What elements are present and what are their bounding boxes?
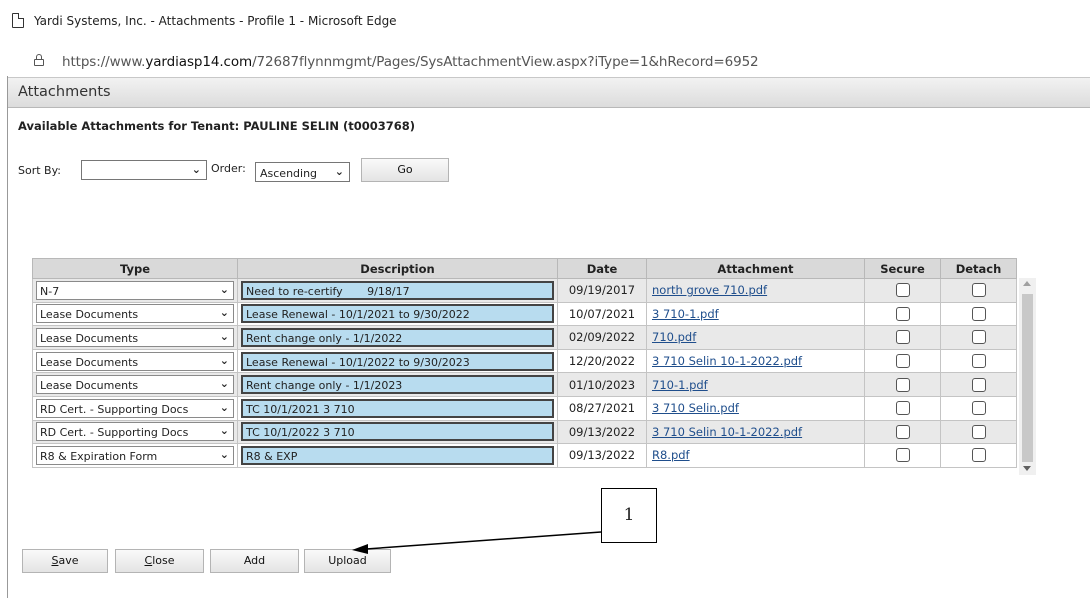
detach-checkbox[interactable] bbox=[971, 306, 986, 321]
detach-checkbox[interactable] bbox=[971, 377, 986, 392]
go-button[interactable]: Go bbox=[361, 158, 449, 182]
attachment-link[interactable]: R8.pdf bbox=[652, 448, 690, 462]
date-cell: 09/19/2017 bbox=[557, 278, 647, 303]
secure-checkbox[interactable] bbox=[895, 283, 910, 298]
window-title: Yardi Systems, Inc. - Attachments - Prof… bbox=[34, 14, 397, 28]
chevron-down-icon bbox=[220, 330, 229, 343]
type-select[interactable]: RD Cert. - Supporting Docs bbox=[36, 422, 234, 442]
date-cell: 10/07/2021 bbox=[557, 301, 647, 327]
attachments-table: Type Description Date Attachment Secure … bbox=[32, 258, 1017, 468]
detach-checkbox[interactable] bbox=[971, 330, 986, 345]
column-header-attachment: Attachment bbox=[646, 258, 865, 279]
column-header-type: Type bbox=[32, 258, 238, 279]
description-input[interactable]: Lease Renewal - 10/1/2021 to 9/30/2022 bbox=[241, 304, 554, 324]
lock-icon[interactable] bbox=[34, 54, 44, 66]
type-select[interactable]: Lease Documents bbox=[36, 327, 234, 347]
upload-button[interactable]: Upload bbox=[304, 549, 391, 573]
url-text[interactable]: https://www.yardiasp14.com/72687flynnmgm… bbox=[62, 54, 759, 70]
sort-by-label: Sort By: bbox=[18, 164, 62, 177]
date-cell: 09/13/2022 bbox=[557, 419, 647, 445]
scroll-down-arrow-icon[interactable] bbox=[1023, 466, 1031, 471]
secure-checkbox[interactable] bbox=[895, 354, 910, 369]
detach-checkbox[interactable] bbox=[971, 424, 986, 439]
callout-label: 1 bbox=[623, 505, 635, 525]
date-cell: 02/09/2022 bbox=[557, 325, 647, 350]
description-input[interactable]: Rent change only - 1/1/2022 bbox=[241, 327, 554, 347]
scroll-thumb[interactable] bbox=[1022, 294, 1033, 462]
chevron-down-icon bbox=[220, 401, 229, 414]
secure-checkbox[interactable] bbox=[895, 377, 910, 392]
chevron-down-icon bbox=[220, 424, 229, 437]
annotation-callout: 1 bbox=[601, 488, 657, 543]
attachment-link[interactable]: 3 710 Selin.pdf bbox=[652, 401, 739, 415]
secure-checkbox[interactable] bbox=[895, 448, 910, 463]
table-row: Lease Documents Lease Renewal - 10/1/202… bbox=[32, 301, 1017, 327]
column-header-description: Description bbox=[237, 258, 558, 279]
attachment-link[interactable]: 710.pdf bbox=[652, 330, 696, 344]
document-icon bbox=[12, 13, 24, 28]
description-input[interactable]: Rent change only - 1/1/2023 bbox=[241, 375, 554, 395]
page-title: Attachments bbox=[18, 84, 111, 100]
type-select[interactable]: R8 & Expiration Form bbox=[36, 445, 234, 465]
secure-checkbox[interactable] bbox=[895, 306, 910, 321]
chevron-down-icon bbox=[220, 354, 229, 367]
column-header-detach: Detach bbox=[940, 258, 1017, 279]
chevron-down-icon bbox=[335, 165, 344, 178]
attachment-link[interactable]: 3 710 Selin 10-1-2022.pdf bbox=[652, 354, 802, 368]
type-select[interactable]: RD Cert. - Supporting Docs bbox=[36, 398, 234, 418]
secure-checkbox[interactable] bbox=[895, 401, 910, 416]
date-cell: 01/10/2023 bbox=[557, 372, 647, 397]
description-input[interactable]: Lease Renewal - 10/1/2022 to 9/30/2023 bbox=[241, 351, 554, 371]
detach-checkbox[interactable] bbox=[971, 401, 986, 416]
description-input[interactable]: TC 10/1/2021 3 710 bbox=[241, 398, 554, 418]
detach-checkbox[interactable] bbox=[971, 354, 986, 369]
description-input[interactable]: TC 10/1/2022 3 710 bbox=[241, 422, 554, 442]
page-header: Attachments bbox=[8, 77, 1090, 108]
scroll-up-arrow-icon[interactable] bbox=[1023, 281, 1031, 286]
order-label: Order: bbox=[211, 162, 246, 175]
close-button[interactable]: Close bbox=[115, 549, 204, 573]
date-cell: 12/20/2022 bbox=[557, 348, 647, 374]
type-select[interactable]: N-7 bbox=[36, 280, 234, 300]
type-select[interactable]: Lease Documents bbox=[36, 351, 234, 371]
table-row: R8 & Expiration Form R8 & EXP 09/13/2022… bbox=[32, 443, 1017, 468]
type-select[interactable]: Lease Documents bbox=[36, 304, 234, 324]
table-row: Lease Documents Lease Renewal - 10/1/202… bbox=[32, 348, 1017, 374]
chevron-down-icon bbox=[220, 448, 229, 461]
browser-titlebar: Yardi Systems, Inc. - Attachments - Prof… bbox=[0, 0, 1090, 46]
attachment-link[interactable]: 710-1.pdf bbox=[652, 378, 708, 392]
column-header-date: Date bbox=[557, 258, 647, 279]
chevron-down-icon bbox=[220, 283, 229, 296]
save-button[interactable]: Save bbox=[22, 549, 108, 573]
attachment-link[interactable]: 3 710-1.pdf bbox=[652, 307, 719, 321]
chevron-down-icon bbox=[220, 377, 229, 390]
add-button[interactable]: Add bbox=[210, 549, 299, 573]
table-row: RD Cert. - Supporting Docs TC 10/1/2022 … bbox=[32, 419, 1017, 445]
table-row: N-7 Need to re-certify 9/18/17 09/19/201… bbox=[32, 278, 1017, 303]
secure-checkbox[interactable] bbox=[895, 330, 910, 345]
tenant-subtitle: Available Attachments for Tenant: PAULIN… bbox=[18, 119, 416, 133]
sort-by-select[interactable] bbox=[81, 160, 207, 180]
type-select[interactable]: Lease Documents bbox=[36, 375, 234, 395]
attachment-link[interactable]: north grove 710.pdf bbox=[652, 283, 767, 297]
address-bar[interactable]: https://www.yardiasp14.com/72687flynnmgm… bbox=[0, 46, 1090, 76]
table-row: Lease Documents Rent change only - 1/1/2… bbox=[32, 372, 1017, 397]
table-scrollbar[interactable] bbox=[1019, 278, 1036, 475]
chevron-down-icon bbox=[220, 306, 229, 319]
description-input[interactable]: Need to re-certify 9/18/17 bbox=[241, 280, 554, 300]
date-cell: 08/27/2021 bbox=[557, 395, 647, 421]
attachment-link[interactable]: 3 710 Selin 10-1-2022.pdf bbox=[652, 425, 802, 439]
description-input[interactable]: R8 & EXP bbox=[241, 445, 554, 465]
table-row: RD Cert. - Supporting Docs TC 10/1/2021 … bbox=[32, 395, 1017, 421]
secure-checkbox[interactable] bbox=[895, 424, 910, 439]
column-header-secure: Secure bbox=[864, 258, 941, 279]
chevron-down-icon bbox=[192, 163, 201, 176]
detach-checkbox[interactable] bbox=[971, 283, 986, 298]
detach-checkbox[interactable] bbox=[971, 448, 986, 463]
table-row: Lease Documents Rent change only - 1/1/2… bbox=[32, 325, 1017, 350]
order-select[interactable]: Ascending bbox=[255, 162, 350, 182]
date-cell: 09/13/2022 bbox=[557, 443, 647, 468]
